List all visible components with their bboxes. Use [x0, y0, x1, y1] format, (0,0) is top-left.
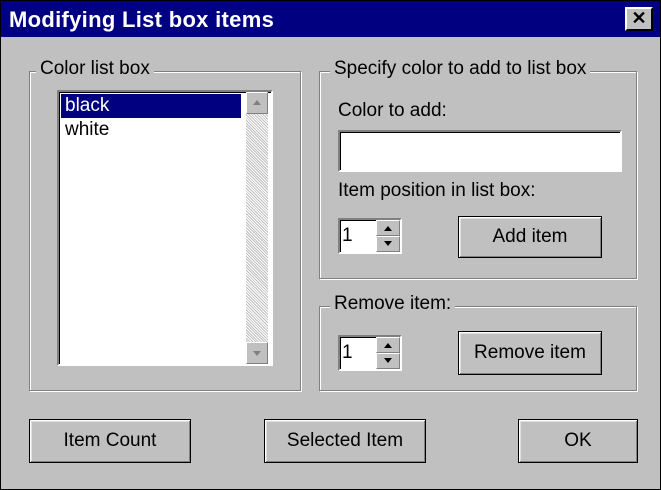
- arrow-down-icon: [253, 351, 261, 356]
- item-position-up-button[interactable]: [376, 220, 400, 236]
- item-count-button[interactable]: Item Count: [29, 419, 191, 463]
- color-list-group: Color list box black white: [29, 58, 301, 391]
- scroll-down-button[interactable]: [246, 342, 268, 364]
- list-scrollbar[interactable]: [246, 92, 268, 364]
- spin-down-icon: [384, 241, 392, 246]
- remove-position-up-button[interactable]: [376, 337, 400, 353]
- list-item-white[interactable]: white: [61, 118, 241, 142]
- remove-position-value: 1: [342, 342, 353, 363]
- remove-position-down-button[interactable]: [376, 353, 400, 369]
- remove-item-group: Remove item: 1 Remove item: [319, 293, 637, 391]
- window-title: Modifying List box items: [9, 7, 275, 32]
- remove-position-spin: [376, 337, 400, 369]
- spin-up-icon: [384, 343, 392, 348]
- item-position-down-button[interactable]: [376, 236, 400, 252]
- dialog-window: Modifying List box items ✕ Color list bo…: [0, 0, 661, 490]
- add-color-group: Specify color to add to list box Color t…: [319, 58, 637, 279]
- item-position-label: Item position in list box:: [338, 180, 536, 201]
- spin-down-icon: [384, 358, 392, 363]
- arrow-up-icon: [253, 100, 261, 105]
- color-to-add-input[interactable]: [338, 130, 622, 172]
- add-item-button[interactable]: Add item: [458, 216, 602, 258]
- color-list-legend: Color list box: [36, 58, 154, 80]
- ok-button[interactable]: OK: [518, 419, 638, 463]
- close-icon: ✕: [631, 8, 647, 28]
- remove-item-button[interactable]: Remove item: [458, 331, 602, 375]
- selected-item-button[interactable]: Selected Item: [264, 419, 426, 463]
- color-to-add-label: Color to add:: [338, 100, 447, 121]
- remove-item-legend: Remove item:: [330, 293, 456, 315]
- title-bar[interactable]: Modifying List box items ✕: [1, 1, 660, 37]
- remove-position-stepper[interactable]: 1: [338, 335, 402, 371]
- color-listbox[interactable]: black white: [57, 90, 273, 366]
- add-color-legend: Specify color to add to list box: [330, 58, 591, 80]
- close-button[interactable]: ✕: [625, 7, 653, 31]
- spin-up-icon: [384, 226, 392, 231]
- item-position-spin: [376, 220, 400, 252]
- list-item-black[interactable]: black: [61, 94, 241, 118]
- item-position-stepper[interactable]: 1: [338, 218, 402, 254]
- item-position-value: 1: [342, 225, 353, 246]
- scroll-up-button[interactable]: [246, 92, 268, 114]
